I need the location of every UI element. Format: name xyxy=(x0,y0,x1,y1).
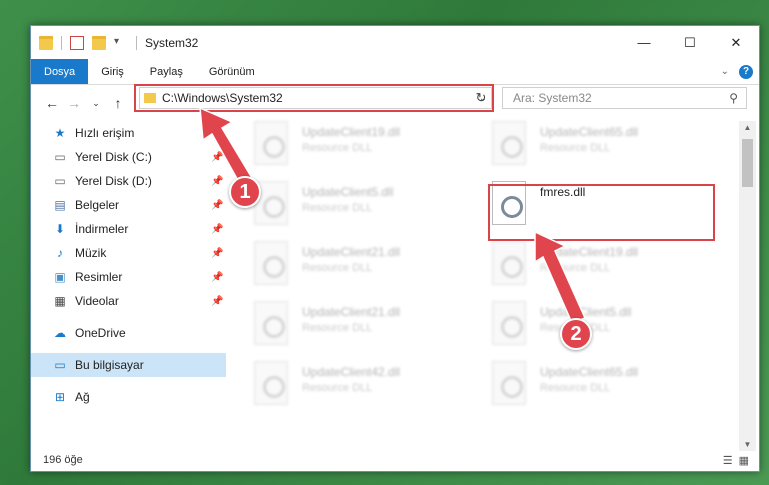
search-input[interactable]: Ara: System32 ⚲ xyxy=(502,87,747,109)
dll-file-icon xyxy=(254,121,288,165)
file-item[interactable]: UpdateClient21.dll Resource DLL xyxy=(254,301,484,356)
file-highlight-box xyxy=(488,184,715,241)
music-icon: ♪ xyxy=(57,246,63,260)
dll-file-icon xyxy=(492,361,526,405)
documents-icon: ▤ xyxy=(54,198,66,212)
network-icon: ⊞ xyxy=(54,390,66,404)
file-item[interactable]: UpdateClient19.dll Resource DLL xyxy=(254,121,484,176)
sidebar-item-disk-d[interactable]: ▭ Yerel Disk (D:) 📌 xyxy=(31,169,226,193)
pin-icon: 📌 xyxy=(211,175,224,187)
pin-icon: 📌 xyxy=(211,223,224,235)
maximize-button[interactable]: ☐ xyxy=(667,26,713,59)
forward-icon[interactable]: → xyxy=(63,95,85,111)
file-item[interactable]: UpdateClient5.dllResource DLL xyxy=(492,301,722,356)
title-bar: ▾ System32 — ☐ ✕ xyxy=(31,26,759,59)
status-bar: 196 öğe ☰ ▦ xyxy=(31,449,759,471)
search-icon: ⚲ xyxy=(729,91,738,105)
drive-icon: ▭ xyxy=(54,174,66,188)
step-badge-2: 2 xyxy=(560,318,592,350)
sidebar-item-onedrive[interactable]: ☁ OneDrive xyxy=(31,321,226,345)
customize-toolbar-icon[interactable]: ▾ xyxy=(114,36,128,50)
sidebar-item-videos[interactable]: ▦ Videolar 📌 xyxy=(31,289,226,313)
file-list: UpdateClient19.dll Resource DLL UpdateCli… xyxy=(249,121,739,441)
file-item[interactable]: UpdateClient65.dll Resource DLL xyxy=(492,121,722,176)
window-title: System32 xyxy=(145,35,199,50)
search-placeholder: Ara: System32 xyxy=(513,91,592,105)
tab-view[interactable]: Görünüm xyxy=(196,59,268,84)
minimize-button[interactable]: — xyxy=(621,26,667,59)
drive-icon: ▭ xyxy=(54,150,66,164)
tab-file[interactable]: Dosya xyxy=(31,59,89,84)
pin-icon: 📌 xyxy=(211,271,224,283)
new-folder-icon[interactable] xyxy=(92,35,106,50)
scroll-thumb[interactable] xyxy=(742,139,753,187)
explorer-window: ▾ System32 — ☐ ✕ Dosya Giriş Paylaş Görü… xyxy=(30,25,760,472)
dll-file-icon xyxy=(254,361,288,405)
step-badge-1: 1 xyxy=(229,176,261,208)
tab-share[interactable]: Paylaş xyxy=(137,59,196,84)
file-item[interactable]: UpdateClient21.dll Resource DLL xyxy=(254,241,484,296)
sidebar-item-music[interactable]: ♪ Müzik 📌 xyxy=(31,241,226,265)
ribbon: Dosya Giriş Paylaş Görünüm ⌄ ? xyxy=(31,59,759,85)
up-icon[interactable]: ↑ xyxy=(107,95,129,111)
dll-file-icon xyxy=(492,241,526,285)
file-item[interactable]: UpdateClient19.dll Resource DLL xyxy=(492,241,722,296)
item-count: 196 öğe xyxy=(43,454,83,466)
folder-icon xyxy=(39,35,53,50)
sidebar-item-this-pc[interactable]: ▭ Bu bilgisayar xyxy=(31,353,226,377)
star-icon: ★ xyxy=(54,126,66,140)
videos-icon: ▦ xyxy=(54,294,66,308)
pin-icon: 📌 xyxy=(211,151,224,163)
computer-icon: ▭ xyxy=(54,358,66,372)
large-icons-view-icon[interactable]: ▦ xyxy=(739,454,749,467)
navigation-pane: ★ Hızlı erişim ▭ Yerel Disk (C:) 📌 ▭ Yer… xyxy=(31,121,226,441)
cloud-icon: ☁ xyxy=(54,326,66,340)
back-icon[interactable]: ← xyxy=(41,95,63,111)
dll-file-icon xyxy=(492,121,526,165)
tab-home[interactable]: Giriş xyxy=(88,59,137,84)
sidebar-item-disk-c[interactable]: ▭ Yerel Disk (C:) 📌 xyxy=(31,145,226,169)
scroll-up-icon[interactable]: ▲ xyxy=(739,123,756,132)
sidebar-item-pictures[interactable]: ▣ Resimler 📌 xyxy=(31,265,226,289)
close-button[interactable]: ✕ xyxy=(713,26,759,59)
file-item[interactable]: UpdateClient65.dll Resource DLL xyxy=(492,361,722,416)
file-item[interactable]: UpdateClient42.dll Resource DLL xyxy=(254,361,484,416)
download-icon: ⬇ xyxy=(54,222,66,236)
help-icon[interactable]: ? xyxy=(739,64,753,79)
ribbon-expand-icon[interactable]: ⌄ xyxy=(721,66,729,77)
quick-access-toolbar: ▾ xyxy=(39,35,137,50)
pictures-icon: ▣ xyxy=(54,270,66,284)
file-item[interactable]: UpdateClient5.dllResource DLL xyxy=(254,181,484,236)
sidebar-item-quick-access[interactable]: ★ Hızlı erişim xyxy=(31,121,226,145)
dll-file-icon xyxy=(492,301,526,345)
address-highlight-box xyxy=(134,84,494,112)
properties-icon[interactable] xyxy=(70,35,84,50)
details-view-icon[interactable]: ☰ xyxy=(723,454,733,467)
vertical-scrollbar[interactable]: ▲ ▼ xyxy=(739,121,756,451)
dll-file-icon xyxy=(254,241,288,285)
sidebar-item-downloads[interactable]: ⬇ İndirmeler 📌 xyxy=(31,217,226,241)
pin-icon: 📌 xyxy=(211,247,224,259)
pin-icon: 📌 xyxy=(211,199,224,211)
pin-icon: 📌 xyxy=(211,295,224,307)
sidebar-item-network[interactable]: ⊞ Ağ xyxy=(31,385,226,409)
scroll-down-icon[interactable]: ▼ xyxy=(739,440,756,449)
dll-file-icon xyxy=(254,301,288,345)
recent-locations-icon[interactable]: ⌄ xyxy=(85,98,107,109)
sidebar-item-documents[interactable]: ▤ Belgeler 📌 xyxy=(31,193,226,217)
